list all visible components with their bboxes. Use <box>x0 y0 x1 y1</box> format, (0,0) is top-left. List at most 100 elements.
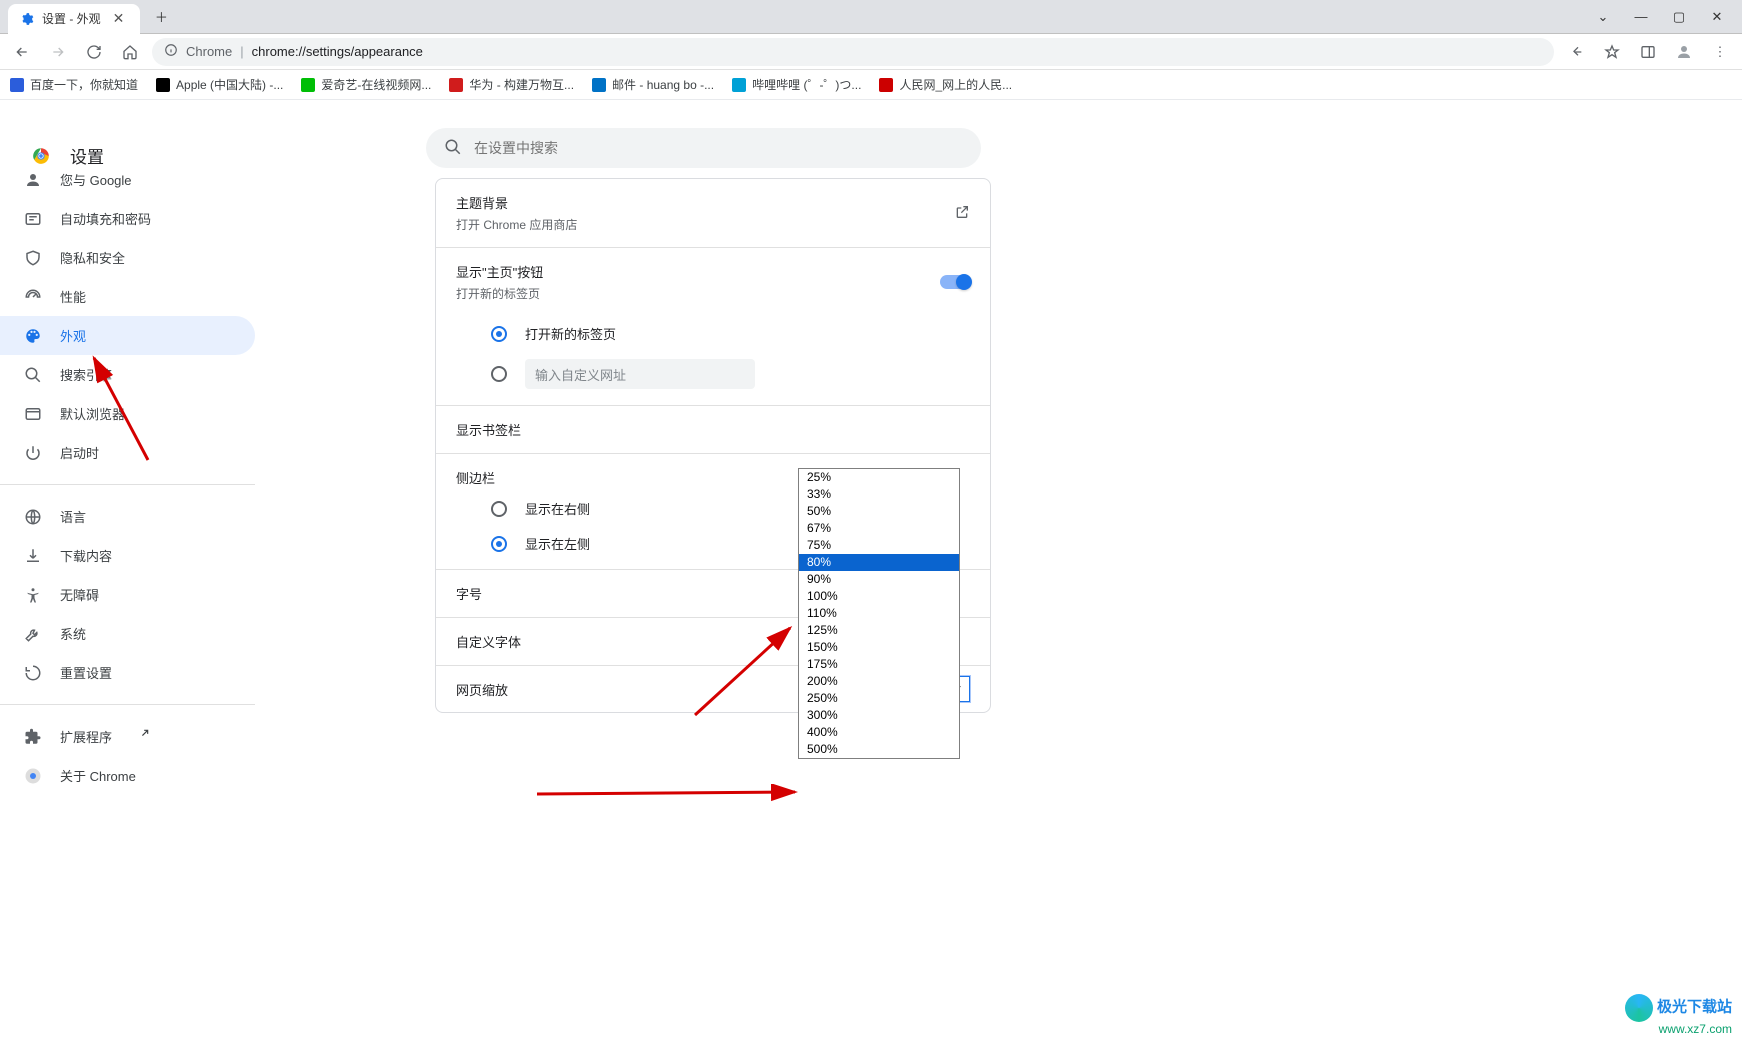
zoom-option[interactable]: 150% <box>799 639 959 656</box>
sidebar-item-download[interactable]: 下载内容 <box>0 536 255 575</box>
custom-font-title: 自定义字体 <box>456 632 521 651</box>
sidebar-item-label: 自动填充和密码 <box>60 209 151 228</box>
bookmark-item[interactable]: 人民网_网上的人民... <box>879 76 1012 93</box>
zoom-option[interactable]: 250% <box>799 690 959 707</box>
zoom-dropdown[interactable]: 25%33%50%67%75%80%90%100%110%125%150%175… <box>798 468 960 759</box>
bookmarks-bar: 百度一下，你就知道 Apple (中国大陆) -... 爱奇艺-在线视频网... 华为… <box>0 70 1742 100</box>
chevron-down-icon[interactable]: ⌄ <box>1586 3 1620 31</box>
home-custom-url-radio-row[interactable]: 输入自定义网址 <box>436 351 990 405</box>
home-button[interactable] <box>116 38 144 66</box>
zoom-option[interactable]: 100% <box>799 588 959 605</box>
speed-icon <box>24 288 42 306</box>
settings-search-input[interactable] <box>474 140 963 156</box>
sidebar-item-label: 外观 <box>60 326 86 345</box>
reload-button[interactable] <box>80 38 108 66</box>
sidebar-item-globe[interactable]: 语言 <box>0 497 255 536</box>
sidebar-item-label: 搜索引擎 <box>60 365 112 384</box>
zoom-option[interactable]: 80% <box>799 554 959 571</box>
maximize-button[interactable]: ▢ <box>1662 3 1696 31</box>
sidepanel-icon[interactable] <box>1634 38 1662 66</box>
wrench-icon <box>24 625 42 643</box>
sidebar-item-wrench[interactable]: 系统 <box>0 614 255 653</box>
zoom-option[interactable]: 25% <box>799 469 959 486</box>
home-newtab-radio-row[interactable]: 打开新的标签页 <box>436 316 990 351</box>
bookmark-item[interactable]: 哔哩哔哩 (゜-゜)つ... <box>732 76 861 93</box>
share-icon[interactable] <box>1562 38 1590 66</box>
zoom-option[interactable]: 67% <box>799 520 959 537</box>
globe-icon <box>24 508 42 526</box>
theme-row[interactable]: 主题背景 打开 Chrome 应用商店 <box>436 179 990 247</box>
sidebar-item-label: 扩展程序 <box>60 727 112 746</box>
window-controls: ⌄ — ▢ ✕ <box>1586 3 1734 31</box>
forward-button[interactable] <box>44 38 72 66</box>
sidebar-item-reset[interactable]: 重置设置 <box>0 653 255 692</box>
sidebar-item-chrome[interactable]: 关于 Chrome <box>0 756 255 795</box>
home-custom-url-input[interactable]: 输入自定义网址 <box>525 359 755 389</box>
radio-on-icon[interactable] <box>491 536 507 552</box>
sidebar-item-label: 您与 Google <box>60 170 132 189</box>
tab-close-button[interactable]: ✕ <box>109 10 129 27</box>
zoom-option[interactable]: 500% <box>799 741 959 758</box>
zoom-option[interactable]: 200% <box>799 673 959 690</box>
zoom-option[interactable]: 125% <box>799 622 959 639</box>
sidebar-item-search[interactable]: 搜索引擎 <box>0 355 255 394</box>
zoom-option[interactable]: 50% <box>799 503 959 520</box>
settings-search-box[interactable] <box>426 128 981 168</box>
bookmark-item[interactable]: 邮件 - huang bo -... <box>592 76 714 93</box>
zoom-option[interactable]: 400% <box>799 724 959 741</box>
bookmark-item[interactable]: 华为 - 构建万物互... <box>449 76 574 93</box>
sidebar-item-person[interactable]: 您与 Google <box>0 160 255 199</box>
reset-icon <box>24 664 42 682</box>
bookmark-item[interactable]: Apple (中国大陆) -... <box>156 76 283 93</box>
browser-tab[interactable]: 设置 - 外观 ✕ <box>8 4 140 34</box>
zoom-option[interactable]: 175% <box>799 656 959 673</box>
sidebar-item-label: 无障碍 <box>60 585 99 604</box>
sidebar-item-power[interactable]: 启动时 <box>0 433 255 472</box>
minimize-button[interactable]: — <box>1624 3 1658 31</box>
sidebar-item-palette[interactable]: 外观 <box>0 316 255 355</box>
sidebar-item-label: 下载内容 <box>60 546 112 565</box>
home-button-toggle[interactable] <box>940 275 970 289</box>
chrome-icon <box>24 767 42 785</box>
kebab-menu-icon[interactable]: ⋮ <box>1706 38 1734 66</box>
zoom-option[interactable]: 90% <box>799 571 959 588</box>
sidebar-item-label: 重置设置 <box>60 663 112 682</box>
zoom-option[interactable]: 110% <box>799 605 959 622</box>
sidebar-item-extension[interactable]: 扩展程序 <box>0 717 255 756</box>
url-path: chrome://settings/appearance <box>252 44 423 59</box>
close-window-button[interactable]: ✕ <box>1700 3 1734 31</box>
back-button[interactable] <box>8 38 36 66</box>
zoom-option[interactable]: 75% <box>799 537 959 554</box>
iqiyi-icon <box>301 78 315 92</box>
new-tab-button[interactable]: ＋ <box>148 4 174 30</box>
bookmark-item[interactable]: 爱奇艺-在线视频网... <box>301 76 431 93</box>
sidebar-item-label: 默认浏览器 <box>60 404 125 423</box>
outlook-icon <box>592 78 606 92</box>
bookmarks-bar-title: 显示书签栏 <box>456 420 521 439</box>
bookmarks-bar-row[interactable]: 显示书签栏 <box>436 406 990 453</box>
bookmark-label: 人民网_网上的人民... <box>899 76 1012 93</box>
radio-off-icon[interactable] <box>491 366 507 382</box>
sidebar-item-autofill[interactable]: 自动填充和密码 <box>0 199 255 238</box>
title-bar: 设置 - 外观 ✕ ＋ ⌄ — ▢ ✕ <box>0 0 1742 34</box>
zoom-option[interactable]: 33% <box>799 486 959 503</box>
sidebar-item-speed[interactable]: 性能 <box>0 277 255 316</box>
sidebar-item-browser[interactable]: 默认浏览器 <box>0 394 255 433</box>
theme-subtitle: 打开 Chrome 应用商店 <box>456 216 577 233</box>
palette-icon <box>24 327 42 345</box>
search-icon <box>444 138 462 159</box>
bookmark-star-icon[interactable] <box>1598 38 1626 66</box>
sidebar-item-shield[interactable]: 隐私和安全 <box>0 238 255 277</box>
sidebar-item-accessibility[interactable]: 无障碍 <box>0 575 255 614</box>
zoom-option[interactable]: 300% <box>799 707 959 724</box>
profile-avatar-icon[interactable] <box>1670 38 1698 66</box>
sidepanel-right-label: 显示在右侧 <box>525 499 590 518</box>
bookmark-label: 爱奇艺-在线视频网... <box>321 76 431 93</box>
bookmark-item[interactable]: 百度一下，你就知道 <box>10 76 138 93</box>
address-bar[interactable]: Chrome | chrome://settings/appearance <box>152 38 1554 66</box>
radio-on-icon[interactable] <box>491 326 507 342</box>
download-icon <box>24 547 42 565</box>
radio-off-icon[interactable] <box>491 501 507 517</box>
settings-main-panel: 外观 主题背景 打开 Chrome 应用商店 显示"主页"按钮 打开新的标签页 <box>255 100 1742 1040</box>
tab-title: 设置 - 外观 <box>42 10 101 27</box>
